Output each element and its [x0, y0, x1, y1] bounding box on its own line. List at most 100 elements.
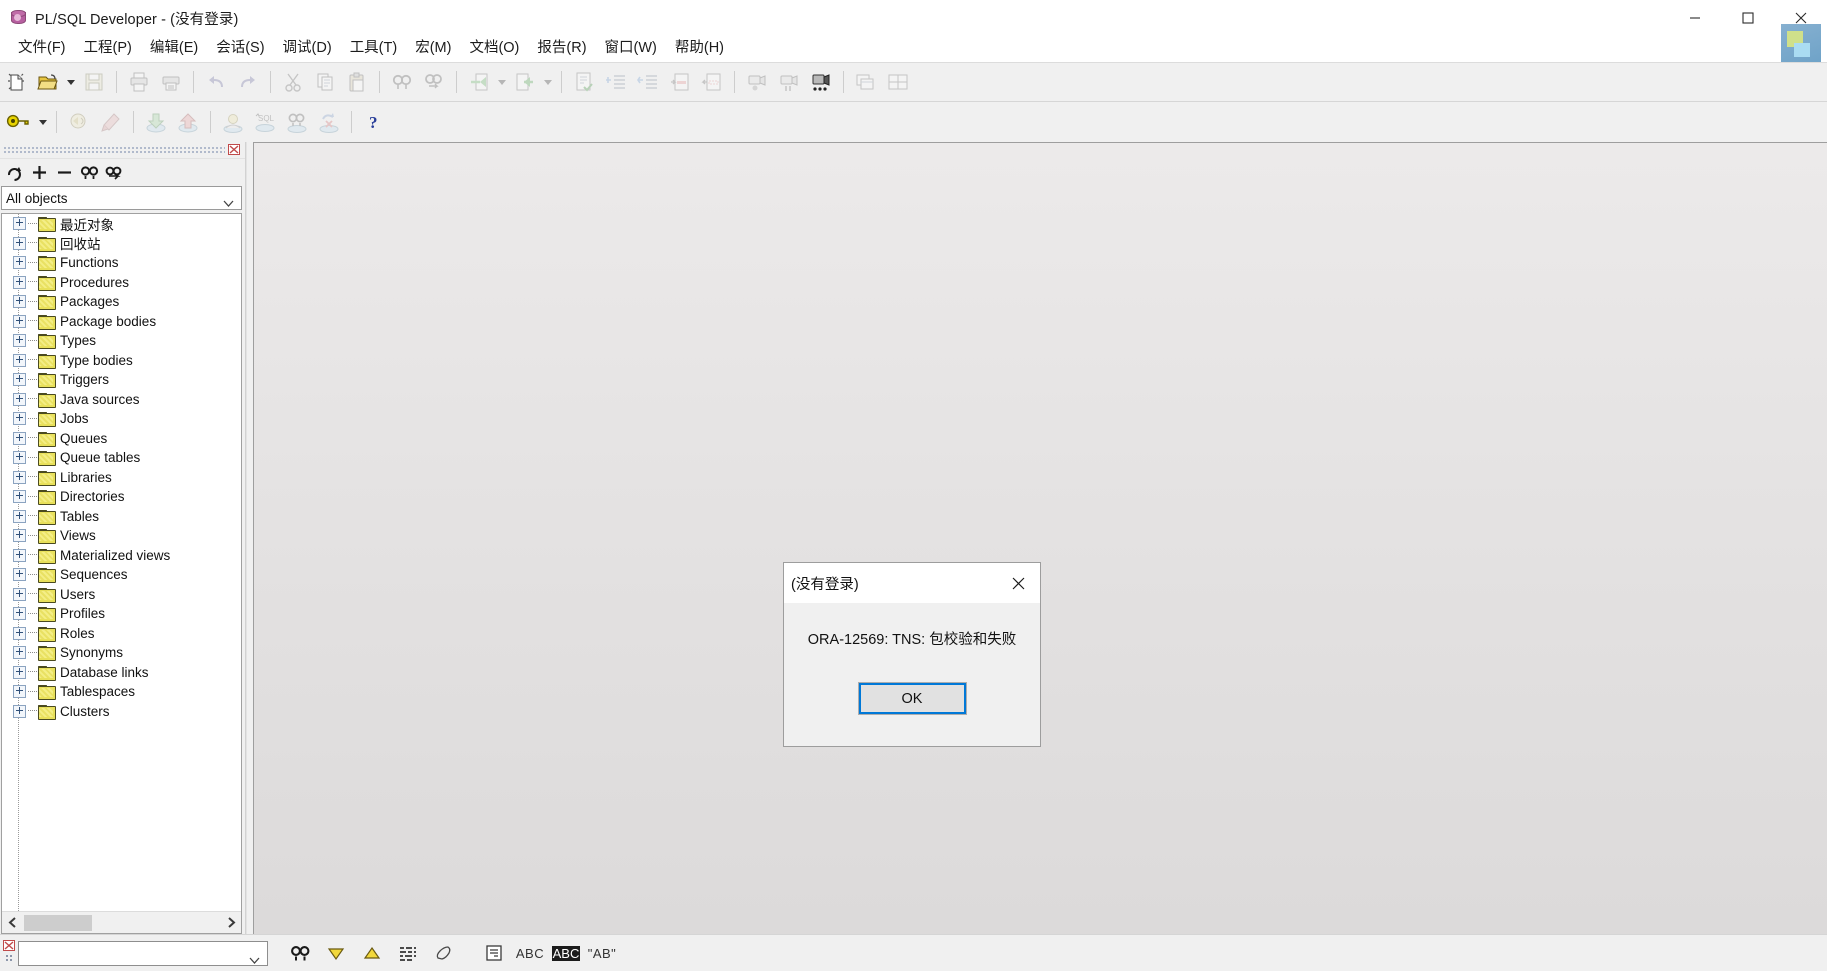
tree-horizontal-scrollbar[interactable]	[2, 911, 241, 933]
expand-icon[interactable]	[13, 236, 26, 250]
expand-icon[interactable]	[13, 509, 26, 523]
expand-icon[interactable]	[13, 607, 26, 621]
indent-icon[interactable]	[601, 68, 631, 96]
help-icon[interactable]: ?	[359, 108, 389, 136]
whole-words-option[interactable]: ABC	[515, 940, 545, 966]
expand-icon[interactable]	[13, 334, 26, 348]
tree-node[interactable]: Clusters	[2, 702, 241, 722]
find-db-objects-icon[interactable]	[282, 108, 312, 136]
scroll-thumb[interactable]	[24, 914, 92, 931]
panel-splitter[interactable]	[246, 142, 253, 934]
search-bar-grip[interactable]	[2, 938, 16, 968]
menu-macro[interactable]: 宏(M)	[406, 37, 460, 61]
find-next-icon[interactable]	[419, 68, 449, 96]
rollback-icon[interactable]	[173, 108, 203, 136]
tree-node[interactable]: Triggers	[2, 370, 241, 390]
expand-icon[interactable]	[13, 587, 26, 601]
undo-icon[interactable]	[201, 68, 231, 96]
tree-node[interactable]: Type bodies	[2, 351, 241, 371]
menu-project[interactable]: 工程(P)	[75, 37, 141, 61]
find-down-icon[interactable]	[321, 940, 351, 966]
ok-button[interactable]: OK	[857, 682, 967, 715]
clear-highlight-icon[interactable]	[429, 940, 459, 966]
new-icon[interactable]	[1, 68, 31, 96]
comment-icon[interactable]	[665, 68, 695, 96]
menu-help[interactable]: 帮助(H)	[666, 37, 733, 61]
find-up-icon[interactable]	[357, 940, 387, 966]
execute-icon[interactable]	[64, 108, 94, 136]
expand-icon[interactable]	[13, 568, 26, 582]
minimize-button[interactable]	[1668, 0, 1721, 36]
tree-node[interactable]: Jobs	[2, 409, 241, 429]
cut-icon[interactable]	[278, 68, 308, 96]
tree-node[interactable]: Package bodies	[2, 312, 241, 332]
expand-icon[interactable]	[13, 704, 26, 718]
redo-icon[interactable]	[233, 68, 263, 96]
tree-node[interactable]: 回收站	[2, 234, 241, 254]
tree-node[interactable]: Directories	[2, 487, 241, 507]
expand-icon[interactable]	[13, 646, 26, 660]
regex-option[interactable]: "AB"	[587, 940, 617, 966]
maximize-button[interactable]	[1721, 0, 1774, 36]
expand-icon[interactable]	[13, 685, 26, 699]
previous-icon[interactable]	[464, 68, 494, 96]
copy-icon[interactable]	[310, 68, 340, 96]
outdent-icon[interactable]	[633, 68, 663, 96]
expand-icon[interactable]	[13, 217, 26, 231]
scope-icon[interactable]	[479, 940, 509, 966]
tile-windows-icon[interactable]	[883, 68, 913, 96]
find-icon[interactable]	[80, 163, 99, 182]
expand-icon[interactable]	[13, 353, 26, 367]
tree-node[interactable]: Roles	[2, 624, 241, 644]
tree-node[interactable]: Libraries	[2, 468, 241, 488]
object-tree[interactable]: 最近对象 回收站 Functions Procedures Packages Packag…	[1, 213, 242, 934]
menu-file[interactable]: 文件(F)	[9, 37, 75, 61]
tree-node[interactable]: Packages	[2, 292, 241, 312]
add-icon[interactable]	[30, 163, 49, 182]
session-icon[interactable]	[218, 108, 248, 136]
tree-node[interactable]: Tablespaces	[2, 682, 241, 702]
expand-icon[interactable]	[13, 529, 26, 543]
uncomment-icon[interactable]	[697, 68, 727, 96]
break-icon[interactable]	[96, 108, 126, 136]
object-tree-list[interactable]: 最近对象 回收站 Functions Procedures Packages Packag…	[2, 214, 241, 911]
expand-icon[interactable]	[13, 431, 26, 445]
object-filter-combo[interactable]: All objects	[1, 186, 242, 210]
tree-node[interactable]: Database links	[2, 663, 241, 683]
expand-icon[interactable]	[13, 490, 26, 504]
expand-icon[interactable]	[13, 275, 26, 289]
tree-node[interactable]: Functions	[2, 253, 241, 273]
tree-node[interactable]: Tables	[2, 507, 241, 527]
menu-debug[interactable]: 调试(D)	[274, 37, 341, 61]
match-case-option[interactable]: ABC	[551, 940, 581, 966]
commit-icon[interactable]	[141, 108, 171, 136]
panel-grip-bar[interactable]	[0, 142, 245, 159]
explain-plan-icon[interactable]: SQL	[250, 108, 280, 136]
next-dropdown-icon[interactable]	[541, 68, 555, 96]
expand-icon[interactable]	[13, 548, 26, 562]
expand-icon[interactable]	[13, 373, 26, 387]
play-macro-icon[interactable]	[806, 68, 836, 96]
tree-node[interactable]: Queue tables	[2, 448, 241, 468]
tree-node[interactable]: 最近对象	[2, 214, 241, 234]
tree-node[interactable]: Queues	[2, 429, 241, 449]
expand-icon[interactable]	[13, 626, 26, 640]
expand-icon[interactable]	[13, 470, 26, 484]
print-icon[interactable]	[124, 68, 154, 96]
tree-node[interactable]: Types	[2, 331, 241, 351]
print-preview-icon[interactable]	[156, 68, 186, 96]
plsql-brand-logo[interactable]	[1781, 24, 1821, 62]
logon-key-icon[interactable]	[1, 108, 35, 136]
search-input[interactable]	[18, 940, 268, 966]
check-syntax-icon[interactable]	[569, 68, 599, 96]
expand-icon[interactable]	[13, 665, 26, 679]
find-icon[interactable]	[387, 68, 417, 96]
save-icon[interactable]	[79, 68, 109, 96]
next-icon[interactable]	[510, 68, 540, 96]
find-icon[interactable]	[285, 940, 315, 966]
menu-window[interactable]: 窗口(W)	[596, 37, 666, 61]
dialog-close-button[interactable]	[996, 563, 1040, 603]
record-macro-icon[interactable]	[742, 68, 772, 96]
remove-icon[interactable]	[55, 163, 74, 182]
expand-icon[interactable]	[13, 314, 26, 328]
